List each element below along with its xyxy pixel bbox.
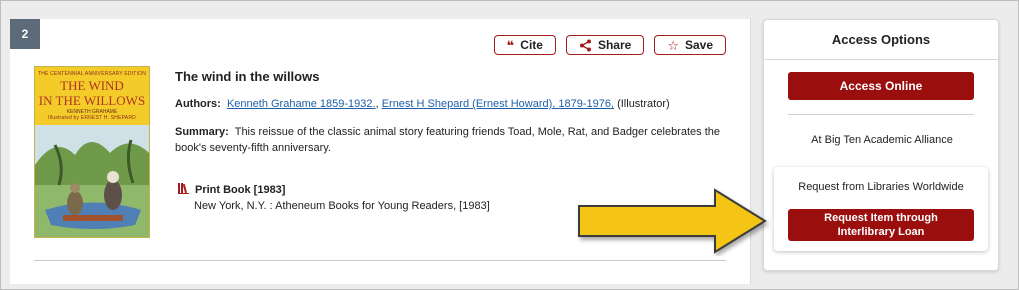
cover-title-line1: THE WIND [60, 78, 124, 93]
author-link-grahame[interactable]: Kenneth Grahame 1859-1932. [227, 98, 376, 110]
summary-text: This reissue of the classic animal story… [175, 126, 720, 154]
format-row[interactable]: Print Book [1983] [178, 182, 490, 198]
authors-line: Authors: Kenneth Grahame 1859-1932., Ern… [175, 96, 735, 112]
interlibrary-loan-button[interactable]: Request Item through Interlibrary Loan [788, 209, 974, 241]
share-button[interactable]: Share [565, 35, 645, 55]
format-label: Print Book [1983] [195, 184, 286, 196]
save-button[interactable]: ☆ Save [654, 35, 726, 55]
alliance-text: At Big Ten Academic Alliance [811, 134, 953, 146]
result-divider [34, 260, 726, 261]
format-block: Print Book [1983] New York, N.Y. : Athen… [178, 182, 490, 214]
page-frame: 2 ❝ Cite Share ☆ Save THE CENTENNIAL ANN… [0, 0, 1019, 290]
access-divider [788, 114, 974, 115]
record-title[interactable]: The wind in the willows [175, 69, 319, 84]
author-role: (Illustrator) [614, 98, 670, 110]
summary-label: Summary: [175, 126, 229, 138]
cover-edition-line: THE CENTENNIAL ANNIVERSARY EDITION [37, 71, 147, 77]
book-cover-image[interactable]: THE CENTENNIAL ANNIVERSARY EDITION THE W… [34, 66, 150, 238]
share-icon [579, 39, 592, 52]
result-index-badge: 2 [10, 19, 40, 49]
access-online-button[interactable]: Access Online [788, 72, 974, 100]
result-actions: ❝ Cite Share ☆ Save [493, 35, 726, 55]
worldwide-request-box: Request from Libraries Worldwide Request… [774, 167, 988, 251]
cover-illustrator-line: Illustrated by ERNEST H. SHEPARD [48, 115, 136, 121]
books-icon [178, 182, 189, 198]
cite-button[interactable]: ❝ Cite [493, 35, 556, 55]
author-link-shepard[interactable]: Ernest H Shepard (Ernest Howard), 1879-1… [382, 98, 614, 110]
access-options-panel: Access Options Access Online At Big Ten … [763, 19, 999, 271]
summary-line: Summary: This reissue of the classic ani… [175, 124, 735, 156]
highlight-arrow-icon [578, 188, 767, 254]
access-options-title: Access Options [764, 20, 998, 60]
cover-illustration [35, 125, 149, 237]
cite-label: Cite [520, 38, 543, 52]
save-label: Save [684, 38, 713, 52]
star-icon: ☆ [667, 37, 679, 53]
worldwide-caption: Request from Libraries Worldwide [798, 181, 964, 193]
share-label: Share [597, 38, 632, 52]
publisher-line: New York, N.Y. : Atheneum Books for Youn… [194, 200, 490, 212]
cover-title-block: THE CENTENNIAL ANNIVERSARY EDITION THE W… [35, 67, 149, 125]
cover-title-line2: IN THE WILLOWS [38, 93, 146, 108]
quote-icon: ❝ [506, 37, 515, 53]
authors-label: Authors: [175, 98, 221, 110]
